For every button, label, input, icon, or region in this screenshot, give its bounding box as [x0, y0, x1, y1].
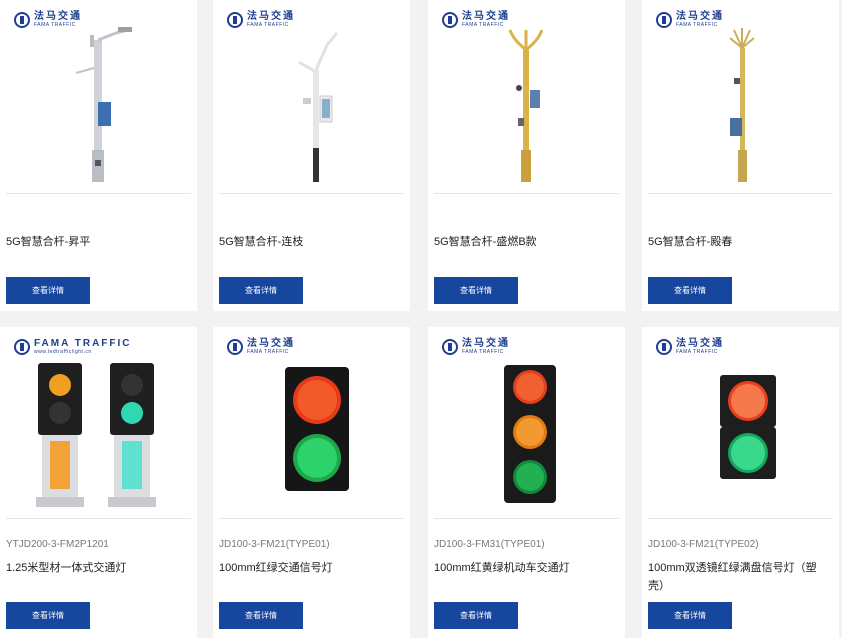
view-details-button[interactable]: 查看详情: [434, 602, 518, 629]
brand-logo: 法马交通 FAMA TRAFFIC: [227, 12, 295, 28]
divider: [434, 193, 619, 194]
product-image[interactable]: [219, 0, 404, 192]
view-details-button[interactable]: 查看详情: [434, 277, 518, 304]
brand-icon: [14, 339, 30, 355]
product-card[interactable]: 法马交通 FAMA TRAFFIC 5G智慧合杆-殿春 查看详情: [642, 0, 839, 311]
view-details-button[interactable]: 查看详情: [219, 277, 303, 304]
product-name[interactable]: 5G智慧合杆-盛燃B款: [434, 233, 614, 251]
product-image[interactable]: [434, 0, 619, 192]
product-name[interactable]: 5G智慧合杆-连枝: [219, 233, 399, 251]
view-details-button[interactable]: 查看详情: [648, 602, 732, 629]
brand-logo: 法马交通 FAMA TRAFFIC: [442, 339, 510, 355]
product-model: YTJD200-3-FM2P1201: [6, 539, 109, 550]
brand-logo: 法马交通 FAMA TRAFFIC: [442, 12, 510, 28]
divider: [6, 518, 191, 519]
product-model: JD100-3-FM21(TYPE02): [648, 539, 759, 550]
product-card[interactable]: 法马交通 FAMA TRAFFIC 5G智慧合杆-连枝 查看详情: [213, 0, 410, 311]
product-image[interactable]: [648, 0, 833, 192]
product-image[interactable]: [6, 327, 191, 519]
brand-icon: [14, 12, 30, 28]
brand-logo: FAMA TRAFFIC www.ledtrafficlight.cn: [14, 339, 132, 355]
product-name[interactable]: 1.25米型材一体式交通灯: [6, 559, 186, 577]
divider: [219, 518, 404, 519]
product-name[interactable]: 100mm双透镜红绿满盘信号灯（塑壳）: [648, 559, 828, 595]
divider: [6, 193, 191, 194]
view-details-button[interactable]: 查看详情: [6, 277, 90, 304]
brand-icon: [442, 12, 458, 28]
product-image[interactable]: [219, 327, 404, 519]
brand-icon: [656, 12, 672, 28]
brand-logo: 法马交通 FAMA TRAFFIC: [227, 339, 295, 355]
product-name[interactable]: 100mm红绿交通信号灯: [219, 559, 399, 577]
product-name[interactable]: 5G智慧合杆-昇平: [6, 233, 186, 251]
brand-icon: [227, 339, 243, 355]
product-name[interactable]: 100mm红黄绿机动车交通灯: [434, 559, 614, 577]
product-image[interactable]: [6, 0, 191, 192]
product-model: JD100-3-FM21(TYPE01): [219, 539, 330, 550]
view-details-button[interactable]: 查看详情: [648, 277, 732, 304]
brand-icon: [227, 12, 243, 28]
brand-icon: [656, 339, 672, 355]
product-model: JD100-3-FM31(TYPE01): [434, 539, 545, 550]
product-card[interactable]: 法马交通 FAMA TRAFFIC JD100-3-FM31(TYPE01) 10…: [428, 327, 625, 638]
product-card[interactable]: FAMA TRAFFIC www.ledtrafficlight.cn YTJD2…: [0, 327, 197, 638]
view-details-button[interactable]: 查看详情: [219, 602, 303, 629]
product-card[interactable]: 法马交通 FAMA TRAFFIC 5G智慧合杆-盛燃B款 查看详情: [428, 0, 625, 311]
divider: [219, 193, 404, 194]
product-card[interactable]: 法马交通 FAMA TRAFFIC 5G智慧合杆-昇平 查看详情: [0, 0, 197, 311]
brand-icon: [442, 339, 458, 355]
product-image[interactable]: [648, 327, 833, 519]
product-name[interactable]: 5G智慧合杆-殿春: [648, 233, 828, 251]
brand-logo: 法马交通 FAMA TRAFFIC: [656, 12, 724, 28]
divider: [434, 518, 619, 519]
product-image[interactable]: [434, 327, 619, 519]
product-card[interactable]: 法马交通 FAMA TRAFFIC JD100-3-FM21(TYPE01) 10…: [213, 327, 410, 638]
brand-logo: 法马交通 FAMA TRAFFIC: [14, 12, 82, 28]
divider: [648, 193, 833, 194]
brand-logo: 法马交通 FAMA TRAFFIC: [656, 339, 724, 355]
product-card[interactable]: 法马交通 FAMA TRAFFIC JD100-3-FM21(TYPE02) 10…: [642, 327, 839, 638]
view-details-button[interactable]: 查看详情: [6, 602, 90, 629]
divider: [648, 518, 833, 519]
